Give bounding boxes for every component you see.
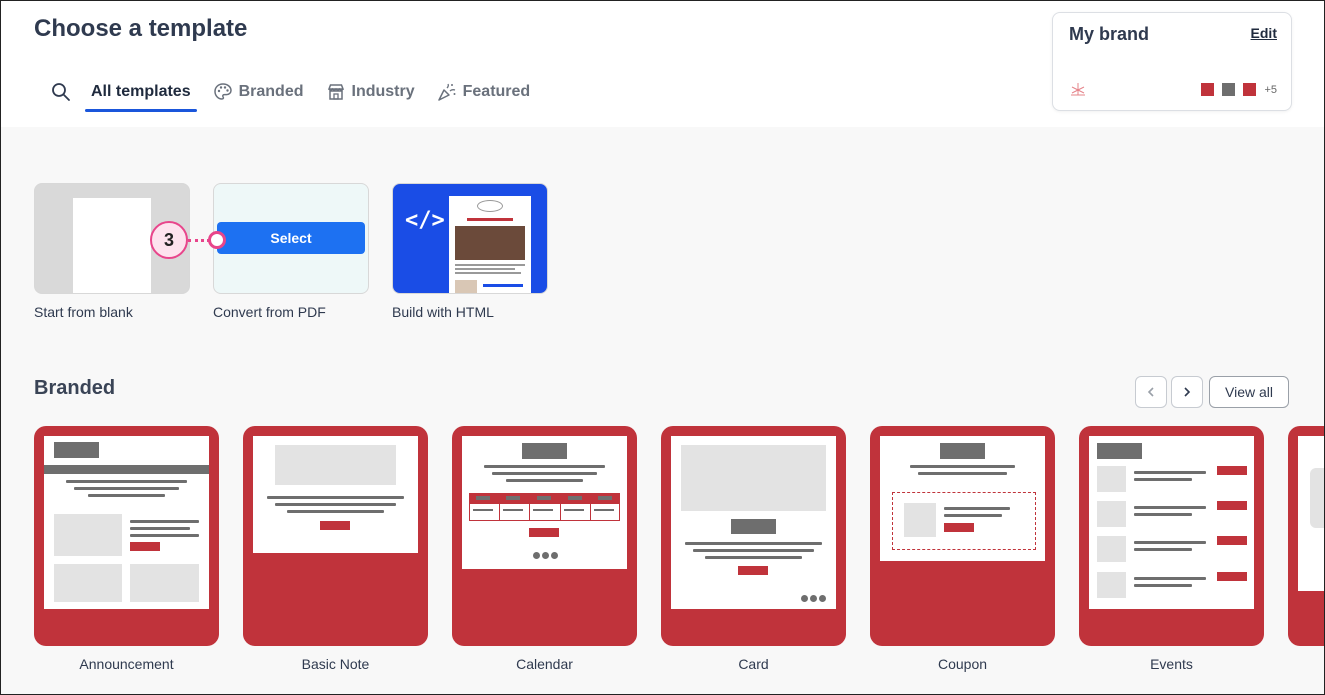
template-label: Basic Note <box>301 656 370 672</box>
tab-label: Featured <box>462 83 531 100</box>
header: Choose a template All templates Branded <box>1 1 1324 127</box>
html-email-preview <box>449 196 531 293</box>
more-colors-count: +5 <box>1264 83 1277 96</box>
carousel-prev-button[interactable] <box>1135 376 1167 408</box>
storefront-icon <box>327 84 344 100</box>
template-thumbnail[interactable] <box>34 426 219 646</box>
search-icon <box>52 83 70 101</box>
brand-title: My brand <box>1069 24 1150 44</box>
tab-label: All templates <box>91 83 191 100</box>
build-with-html-option[interactable]: </> Build with HTML <box>392 183 548 320</box>
search-button[interactable] <box>49 80 73 104</box>
html-thumbnail[interactable]: </> <box>392 183 548 294</box>
party-horn-icon <box>437 83 456 101</box>
brand-edit-link[interactable]: Edit <box>1251 25 1277 41</box>
select-button[interactable]: Select <box>217 222 365 254</box>
palette-icon <box>213 83 232 100</box>
pdf-thumbnail[interactable]: Select <box>213 183 369 294</box>
convert-from-pdf-option[interactable]: Select Convert from PDF <box>213 183 369 320</box>
brand-logo-icon <box>1071 83 1085 96</box>
template-gallery: Start from blank Select Convert from PDF… <box>1 127 1324 694</box>
carousel-next-button[interactable] <box>1171 376 1203 408</box>
view-all-button[interactable]: View all <box>1209 376 1289 408</box>
template-thumbnail[interactable] <box>661 426 846 646</box>
template-label: Coupon <box>937 656 988 672</box>
tab-label: Industry <box>351 83 415 100</box>
template-thumbnail[interactable] <box>1288 426 1324 646</box>
template-label: Card <box>738 656 769 672</box>
template-card[interactable]: Card <box>661 426 846 672</box>
template-thumbnail[interactable] <box>452 426 637 646</box>
code-icon: </> <box>405 208 445 233</box>
blank-page-preview <box>73 198 151 293</box>
template-coupon[interactable]: Coupon <box>870 426 1055 672</box>
template-announcement[interactable]: Announcement <box>34 426 219 672</box>
template-thumbnail[interactable] <box>243 426 428 646</box>
tab-all-templates[interactable]: All templates <box>85 76 197 112</box>
template-label: Events <box>1150 656 1193 672</box>
branded-section-title: Branded <box>34 377 116 399</box>
page-title: Choose a template <box>34 15 248 42</box>
tab-featured[interactable]: Featured <box>437 76 531 108</box>
callout-connector <box>188 239 210 242</box>
starter-label: Convert from PDF <box>213 304 326 320</box>
callout-target-dot <box>208 231 226 249</box>
template-calendar[interactable]: Calendar <box>452 426 637 672</box>
chevron-right-icon <box>1184 387 1191 397</box>
template-thumbnail[interactable] <box>1079 426 1264 646</box>
tab-branded[interactable]: Branded <box>213 76 304 108</box>
chevron-left-icon <box>1147 387 1154 397</box>
template-partial[interactable] <box>1288 426 1324 646</box>
starter-label: Build with HTML <box>392 304 494 320</box>
brand-color-swatch <box>1243 83 1257 96</box>
my-brand-card: My brand Edit +5 <box>1052 12 1292 111</box>
tab-label: Branded <box>238 83 304 100</box>
brand-color-swatch <box>1222 83 1236 96</box>
template-events[interactable]: Events <box>1079 426 1264 672</box>
template-tabs: All templates Branded Industry Featured <box>49 75 552 112</box>
template-label: Calendar <box>516 656 573 672</box>
starter-label: Start from blank <box>34 304 133 320</box>
template-basic-note[interactable]: Basic Note <box>243 426 428 672</box>
tab-industry[interactable]: Industry <box>326 76 415 108</box>
step-callout-badge: 3 <box>150 221 188 259</box>
brand-color-swatch <box>1201 83 1215 96</box>
brand-color-swatches: +5 <box>1193 83 1277 96</box>
template-thumbnail[interactable] <box>870 426 1055 646</box>
template-label: Announcement <box>79 656 174 672</box>
